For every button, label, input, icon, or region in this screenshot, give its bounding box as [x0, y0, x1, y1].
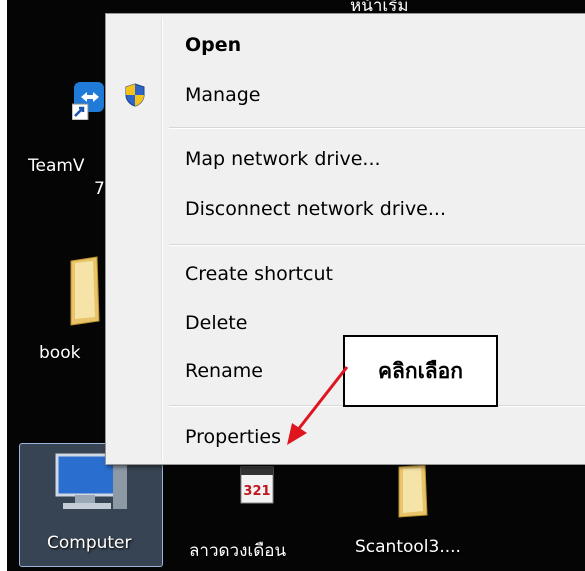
menu-item-manage[interactable]: Manage: [185, 84, 260, 106]
folder-icon: [395, 463, 431, 519]
menu-item-disconnect-network-drive[interactable]: Disconnect network drive...: [185, 198, 446, 220]
teamviewer-icon: [71, 80, 106, 121]
media-player-icon: 321: [239, 465, 275, 505]
uac-shield-icon: [124, 83, 146, 107]
desktop: หน้าเริ่ม TeamV 7 book Computer 321 ลาวด…: [7, 0, 585, 571]
scantool-label: Scantool3....: [355, 537, 461, 557]
teamviewer-label-line2: 7: [94, 179, 105, 199]
menu-item-map-network-drive[interactable]: Map network drive...: [185, 148, 381, 170]
menu-item-rename[interactable]: Rename: [185, 360, 263, 382]
folder-icon: [67, 255, 103, 327]
menu-separator: [169, 127, 585, 129]
menu-item-open[interactable]: Open: [185, 34, 241, 56]
menu-item-properties[interactable]: Properties: [185, 426, 281, 448]
book-label: book: [39, 343, 81, 363]
annotation-text: คลิกเลือก: [377, 358, 463, 383]
teamviewer-label-line1: TeamV: [28, 156, 85, 176]
menu-item-create-shortcut[interactable]: Create shortcut: [185, 263, 333, 285]
annotation-arrow: [287, 366, 349, 445]
annotation-callout: คลิกเลือก: [343, 335, 498, 407]
menu-icon-gutter: [161, 18, 163, 460]
svg-text:321: 321: [243, 484, 270, 499]
menu-separator: [169, 244, 585, 246]
menu-item-delete[interactable]: Delete: [185, 312, 247, 334]
computer-label: Computer: [47, 533, 132, 553]
media-file-label: ลาวดวงเดือน: [189, 541, 287, 561]
